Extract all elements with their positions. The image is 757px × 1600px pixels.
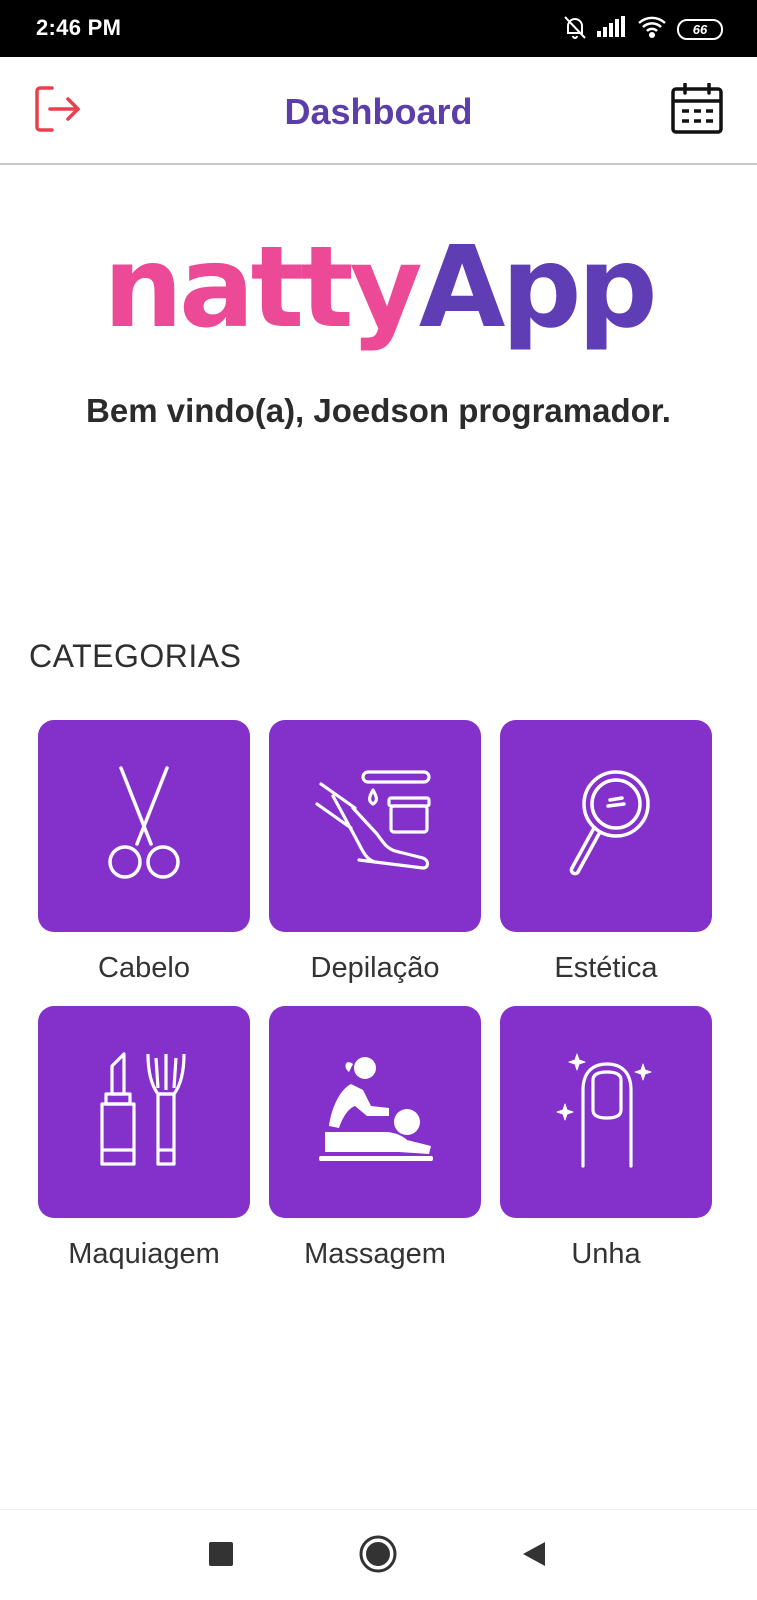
status-icons: 66 [563,14,723,44]
scissors-icon [99,764,189,889]
category-tile[interactable] [500,720,712,932]
home-button[interactable] [356,1534,400,1578]
wax-leg-icon [315,764,435,889]
calendar-button[interactable] [669,81,725,140]
category-tile[interactable] [500,1006,712,1218]
category-label: Maquiagem [68,1238,220,1270]
logo-part-app: App [418,223,658,353]
category-label: Depilação [310,952,440,984]
category-label: Massagem [304,1238,446,1270]
category-massagem[interactable]: Massagem [269,1006,481,1292]
category-depilacao[interactable]: Depilação [269,720,481,1006]
category-tile[interactable] [269,1006,481,1218]
category-estetica[interactable]: Estética [500,720,712,1006]
logo-part-natty: natty [103,223,422,353]
app-header: Dashboard [0,57,757,165]
wifi-icon [637,15,667,44]
category-tile[interactable] [38,1006,250,1218]
signal-icon [597,15,627,43]
back-triangle-icon [520,1540,548,1573]
nattyapp-logo: nattyApp [0,218,757,358]
welcome-message: Bem vindo(a), Joedson programador. [86,392,671,429]
category-label: Unha [571,1238,641,1270]
recents-square-icon [208,1541,234,1572]
battery-level: 66 [677,18,723,40]
status-bar: 2:46 PM 66 [0,0,757,57]
recents-button[interactable] [199,1534,243,1578]
back-button[interactable] [512,1534,556,1578]
category-cabelo[interactable]: Cabelo [38,720,250,1006]
system-navbar [0,1509,757,1600]
category-unha[interactable]: Unha [500,1006,712,1292]
category-tile[interactable] [269,720,481,932]
lipstick-brush-icon [94,1050,194,1175]
category-label: Cabelo [98,952,190,984]
calendar-icon [670,81,724,140]
categories-title: CATEGORIAS [29,638,242,674]
status-time: 2:46 PM [36,15,122,40]
battery-icon: 66 [677,18,723,40]
page-title: Dashboard [284,91,473,132]
category-tile[interactable] [38,720,250,932]
massage-icon [315,1050,435,1175]
nail-icon [551,1050,661,1175]
hand-mirror-icon [556,764,656,889]
home-circle-icon [358,1534,398,1579]
category-label: Estética [554,952,658,984]
categories-grid: Cabelo Depilação Estética Maquiagem Mass… [38,720,714,1292]
bell-off-icon [563,14,587,45]
category-maquiagem[interactable]: Maquiagem [38,1006,250,1292]
